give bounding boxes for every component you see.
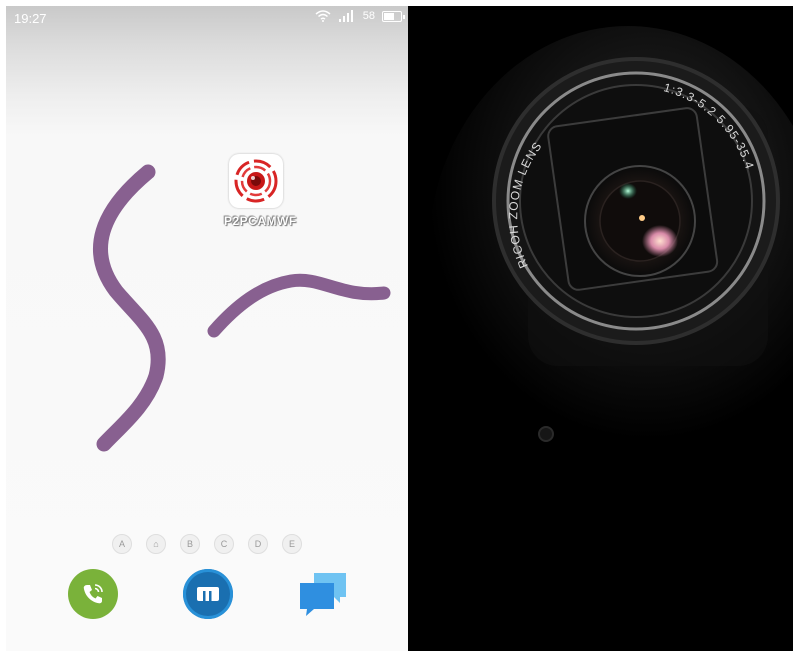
phone-icon: [83, 584, 103, 604]
page-indicator-d[interactable]: D: [248, 534, 268, 554]
wallpaper: RICOH ZOOM LENS 1:3.3-5.2 5.95-35.4: [408, 6, 793, 651]
camera-lens-red-icon: [229, 154, 283, 208]
dock-app-button[interactable]: [183, 569, 233, 619]
page-indicators: A ⌂ B C D E: [112, 534, 302, 554]
chat-bubbles-icon: [300, 573, 346, 616]
dock-phone-button[interactable]: [68, 569, 118, 619]
page-indicator-c[interactable]: C: [214, 534, 234, 554]
app-label: P2PCAMWF: [224, 214, 297, 228]
stroke-s-shape: [93, 164, 166, 452]
page-indicator-e[interactable]: E: [282, 534, 302, 554]
page-indicator-home[interactable]: ⌂: [146, 534, 166, 554]
dock-messages-button[interactable]: [296, 569, 352, 619]
app-m-icon: [197, 587, 219, 601]
app-p2pcamwf[interactable]: P2PCAMWF: [224, 154, 297, 228]
stroke-wave-shape: [207, 273, 391, 338]
home-screen: 19:27 58 P2PCAMWF A ⌂ B C D E: [6, 6, 408, 651]
page-indicator-a[interactable]: A: [112, 534, 132, 554]
camera-lens-image: RICOH ZOOM LENS 1:3.3-5.2 5.95-35.4: [408, 6, 793, 651]
drawn-strokes: [93, 164, 391, 452]
page-indicator-b[interactable]: B: [180, 534, 200, 554]
